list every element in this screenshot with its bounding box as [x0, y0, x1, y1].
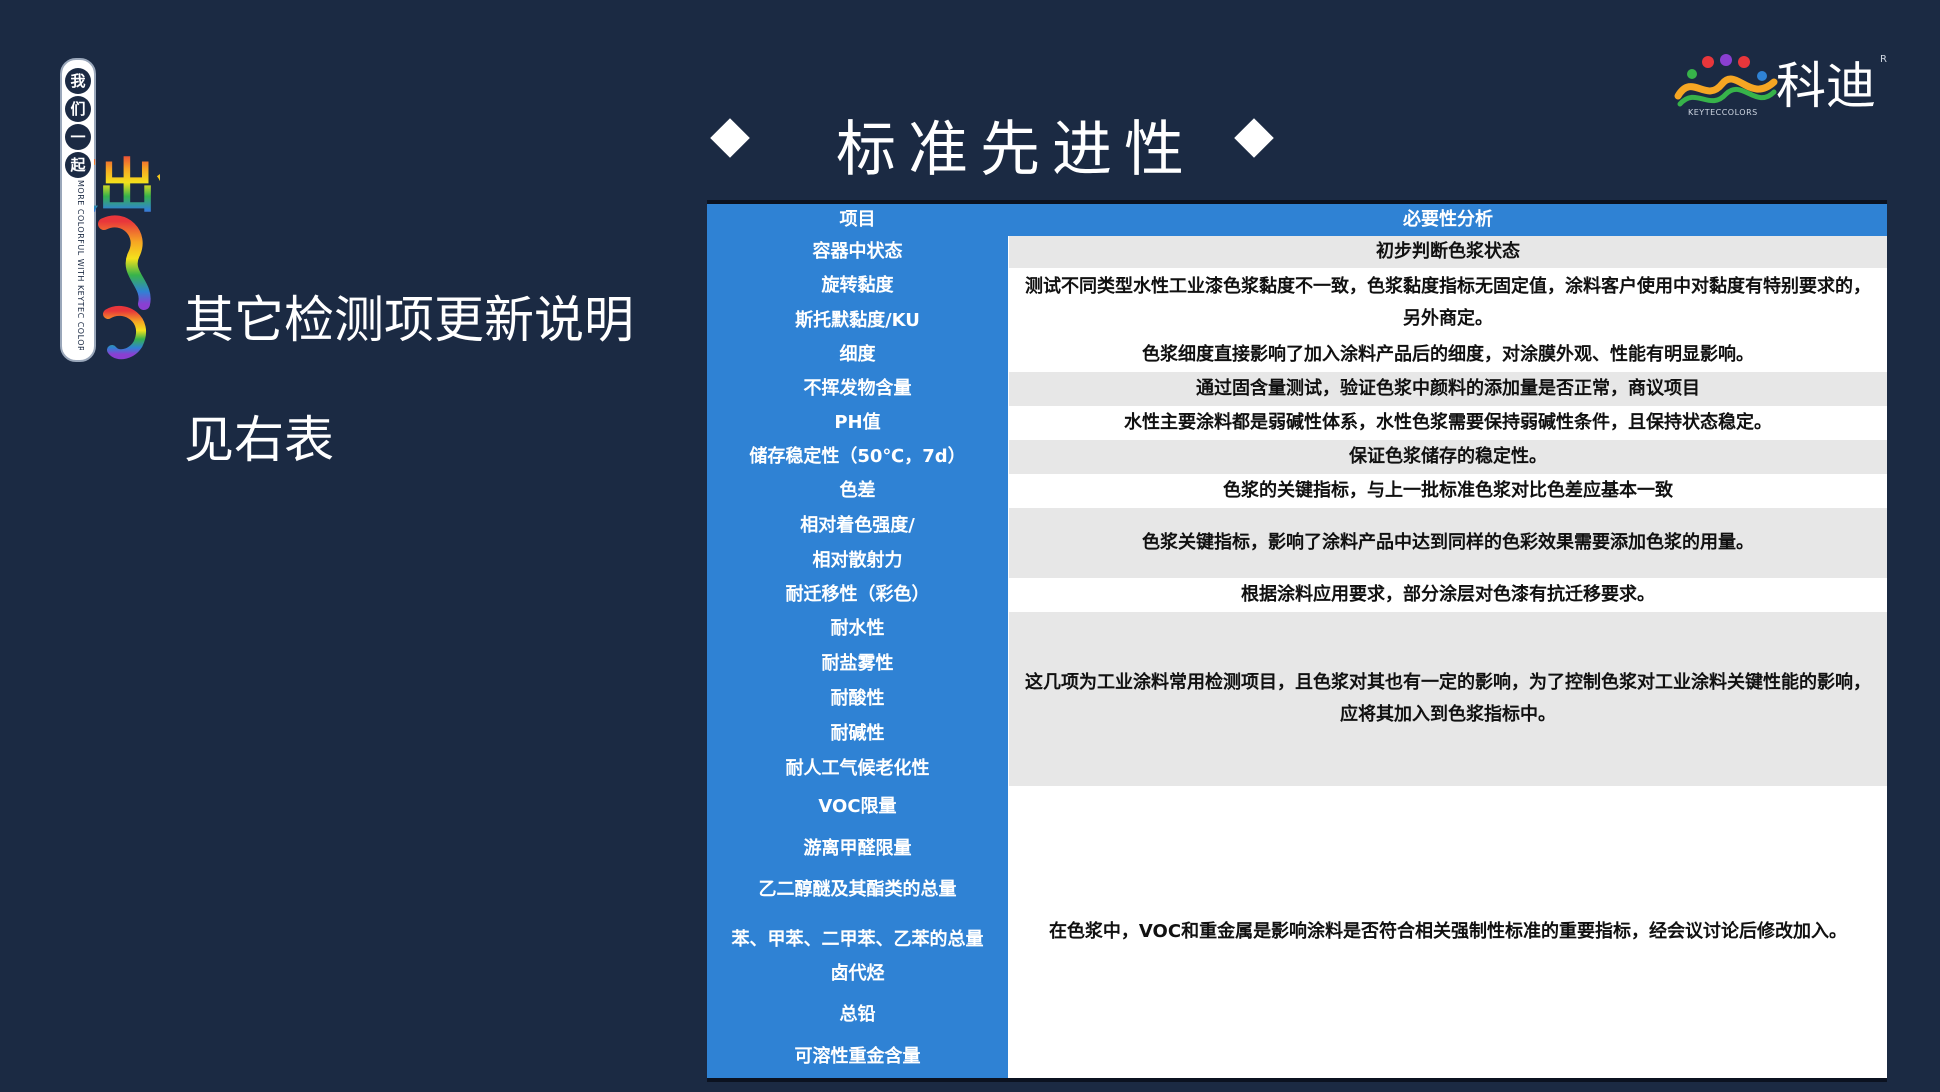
header-item: 项目	[839, 209, 876, 230]
analysis-cell: 色浆细度直接影响了加入涂料产品后的细度，对涂膜外观、性能有明显影响。	[1009, 338, 1887, 372]
analysis-cell: 测试不同类型水性工业漆色浆黏度不一致，色浆黏度指标无固定值，涂料客户使用中对黏度…	[1009, 268, 1887, 338]
table-row: PH值 水性主要涂料都是弱碱性体系，水性色浆需要保持弱碱性条件，且保持状态稳定。	[707, 406, 1887, 440]
side-banner: 我 们 一 起 MORE COLORFUL WITH KEYTEC COLORS…	[58, 56, 160, 366]
table-row: 耐水性 耐盐雾性 耐酸性 耐碱性 耐人工气候老化性 这几项为工业涂料常用检测项目，且色浆对…	[707, 612, 1887, 786]
table-header: 项目 必要性分析	[707, 204, 1887, 236]
page-heading: 标准先进性	[836, 115, 1196, 185]
item-label: 苯、甲苯、二甲苯、乙苯的总量	[731, 929, 984, 950]
item-label: 耐迁移性（彩色）	[785, 584, 930, 605]
item-cell: 细度	[707, 338, 1008, 372]
analysis-cell: 初步判断色浆状态	[1009, 236, 1887, 268]
table-row: VOC限量游离甲醛限量乙二醇醚及其酯类的总量苯、甲苯、二甲苯、乙苯的总量 卤代烃总…	[707, 786, 1887, 1078]
item-label: VOC限量	[818, 795, 897, 817]
analysis-cell: 这几项为工业涂料常用检测项目，且色浆对其也有一定的影响，为了控制色浆对工业涂料关…	[1009, 612, 1887, 786]
analysis-cell: 在色浆中，VOC和重金属是影响涂料是否符合相关强制性标准的重要指标，经会议讨论后…	[1009, 786, 1887, 1078]
analysis-cell: 水性主要涂料都是弱碱性体系，水性色浆需要保持弱碱性条件，且保持状态稳定。	[1009, 406, 1887, 440]
header-analysis: 必要性分析	[1403, 209, 1493, 230]
diamond-bullet-icon	[710, 118, 750, 158]
item-label: 耐盐雾性	[821, 653, 894, 675]
item-label: 容器中状态	[812, 241, 903, 262]
item-label: 色差	[839, 480, 876, 501]
item-cell: 不挥发物含量	[707, 372, 1008, 406]
logo-mark-icon	[1674, 54, 1778, 107]
table-row: 储存稳定性（50℃，7d） 保证色浆储存的稳定性。	[707, 440, 1887, 474]
item-cell: 耐水性耐盐雾性耐酸性耐碱性耐人工气候老化性	[707, 612, 1008, 786]
item-cell: 耐迁移性（彩色）	[707, 578, 1008, 612]
section-subtitle: 见右表	[184, 411, 334, 469]
item-label: 细度	[839, 344, 876, 365]
art-char-1: 更出色	[94, 152, 160, 220]
item-cell: PH值	[707, 406, 1008, 440]
item-label: 耐碱性	[830, 722, 885, 744]
table-row: 旋转黏度 斯托默黏度/KU 测试不同类型水性工业漆色浆黏度不一致，色浆黏度指标无固定…	[707, 268, 1887, 338]
item-cell: VOC限量游离甲醛限量乙二醇醚及其酯类的总量苯、甲苯、二甲苯、乙苯的总量 卤代烃总…	[707, 786, 1008, 1078]
registered-mark: R	[1880, 54, 1887, 65]
slogan-char: 起	[65, 152, 91, 178]
item-label: PH值	[834, 412, 881, 433]
logo-name: 科迪	[1776, 57, 1876, 115]
item-cell: 容器中状态	[707, 236, 1008, 268]
item-label: 不挥发物含量	[803, 378, 912, 399]
item-label: 相对散射力	[812, 549, 903, 571]
table-row: 色差 色浆的关键指标，与上一批标准色浆对比色差应基本一致	[707, 474, 1887, 508]
slogan-char: 们	[65, 96, 91, 122]
company-logo: 科迪 R KEYTECCOLORS	[1670, 52, 1890, 122]
item-label: 游离甲醛限量	[803, 837, 912, 859]
item-cell: 色差	[707, 474, 1008, 508]
item-label: 耐水性	[830, 618, 885, 640]
diamond-bullet-icon	[1234, 118, 1274, 158]
table-row: 相对着色强度/相对散射力 色浆关键指标，影响了涂料产品中达到同样的色彩效果需要添加…	[707, 508, 1887, 578]
slogan-char: 一	[65, 124, 91, 150]
analysis-cell: 通过固含量测试，验证色浆中颜料的添加量是否正常，商议项目	[1009, 372, 1887, 406]
item-cell: 储存稳定性（50℃，7d）	[707, 440, 1008, 474]
table-row: 细度 色浆细度直接影响了加入涂料产品后的细度，对涂膜外观、性能有明显影响。	[707, 338, 1887, 372]
section-title: 其它检测项更新说明	[184, 291, 634, 349]
colorful-art-logo: 更出色	[94, 152, 160, 360]
item-label: 相对着色强度/	[800, 514, 915, 536]
table-row: 耐迁移性（彩色） 根据涂料应用要求，部分涂层对色漆有抗迁移要求。	[707, 578, 1887, 612]
item-label: 可溶性重金含量	[794, 1046, 921, 1068]
item-label: 总铅	[839, 1004, 876, 1026]
analysis-cell: 色浆关键指标，影响了涂料产品中达到同样的色彩效果需要添加色浆的用量。	[1009, 508, 1887, 578]
logo-english: KEYTECCOLORS	[1688, 108, 1758, 117]
analysis-cell: 保证色浆储存的稳定性。	[1009, 440, 1887, 474]
slogan-pill: 我 们 一 起 MORE COLORFUL WITH KEYTEC COLORS	[60, 58, 96, 362]
item-label: 耐人工气候老化性	[785, 757, 930, 779]
analysis-cell: 色浆的关键指标，与上一批标准色浆对比色差应基本一致	[1009, 474, 1887, 508]
slogan-english: MORE COLORFUL WITH KEYTEC COLORS	[76, 180, 85, 350]
analysis-cell: 根据涂料应用要求，部分涂层对色漆有抗迁移要求。	[1009, 578, 1887, 612]
item-cell: 旋转黏度斯托默黏度/KU	[707, 268, 1008, 338]
item-cell: 相对着色强度/相对散射力	[707, 508, 1008, 578]
item-label: 耐酸性	[830, 688, 885, 709]
item-label: 斯托默黏度/KU	[795, 309, 920, 331]
item-label: 乙二醇醚及其酯类的总量	[758, 879, 957, 901]
item-label: 旋转黏度	[821, 274, 894, 296]
table-row: 容器中状态 初步判断色浆状态	[707, 236, 1887, 268]
item-label: 储存稳定性（50℃，7d）	[749, 446, 966, 467]
slogan-char: 我	[65, 68, 91, 94]
item-label: 卤代烃	[830, 962, 885, 984]
table-row: 不挥发物含量 通过固含量测试，验证色浆中颜料的添加量是否正常，商议项目	[707, 372, 1887, 406]
standards-table: 项目 必要性分析 容器中状态 初步判断色浆状态 旋转黏度 斯托默黏度/KU 测试不同类型…	[707, 200, 1887, 1082]
